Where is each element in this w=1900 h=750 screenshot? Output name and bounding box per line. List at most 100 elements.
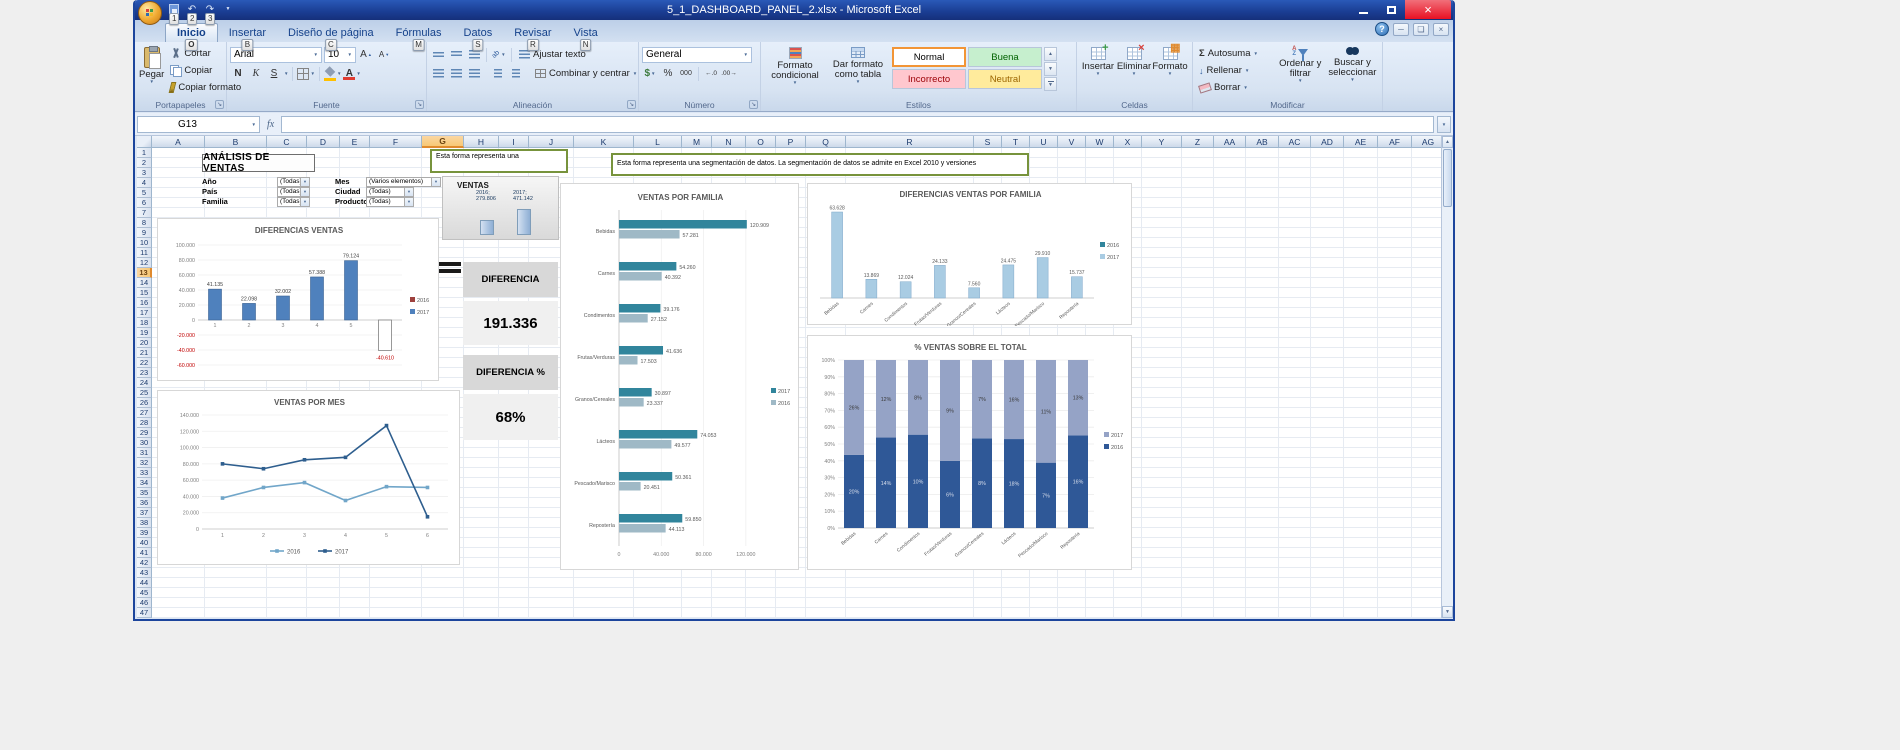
find-select-button[interactable]: Buscar y seleccionar▼ — [1326, 45, 1379, 97]
column-header-D[interactable]: D — [307, 136, 340, 148]
column-header-Y[interactable]: Y — [1142, 136, 1182, 148]
row-header-26[interactable]: 26 — [137, 398, 152, 408]
row-header-40[interactable]: 40 — [137, 538, 152, 548]
note-shape-small[interactable]: Esta forma representa una — [430, 149, 568, 173]
gallery-more-button[interactable]: ▼ — [1044, 77, 1057, 91]
row-header-47[interactable]: 47 — [137, 608, 152, 618]
comma-style-button[interactable]: 000 — [678, 66, 694, 82]
note-shape-large[interactable]: Esta forma representa una segmentación d… — [611, 153, 1029, 176]
maximize-button[interactable] — [1377, 0, 1405, 19]
insert-function-button[interactable]: fx — [263, 119, 278, 130]
gallery-up-button[interactable]: ▲ — [1044, 47, 1057, 61]
column-header-P[interactable]: P — [776, 136, 806, 148]
chevron-down-icon[interactable]: ▼ — [284, 71, 288, 76]
row-header-7[interactable]: 7 — [137, 208, 152, 218]
chevron-down-icon[interactable]: ▼ — [300, 188, 309, 196]
borders-button[interactable]: ▼ — [297, 66, 314, 82]
column-header-AF[interactable]: AF — [1378, 136, 1412, 148]
diferencia-pct-value[interactable]: 68% — [463, 394, 558, 440]
sort-filter-button[interactable]: AZ Ordenar y filtrar▼ — [1275, 45, 1326, 97]
row-header-6[interactable]: 6 — [137, 198, 152, 208]
dialog-launcher-icon[interactable]: ↘ — [749, 100, 758, 109]
scroll-up-button[interactable]: ▲ — [1442, 136, 1453, 148]
chart-ventas-por-familia[interactable]: VENTAS POR FAMILIA040.00080.000120.000Be… — [560, 183, 799, 570]
orientation-button[interactable]: ab▼ — [491, 47, 507, 63]
column-header-AD[interactable]: AD — [1311, 136, 1344, 148]
row-header-19[interactable]: 19 — [137, 328, 152, 338]
align-top-button[interactable] — [430, 47, 446, 63]
row-header-20[interactable]: 20 — [137, 338, 152, 348]
dialog-launcher-icon[interactable]: ↘ — [627, 100, 636, 109]
align-left-button[interactable] — [430, 66, 446, 82]
column-header-X[interactable]: X — [1114, 136, 1142, 148]
accounting-format-button[interactable]: $▼ — [642, 66, 658, 82]
column-header-T[interactable]: T — [1002, 136, 1030, 148]
row-header-37[interactable]: 37 — [137, 508, 152, 518]
row-header-42[interactable]: 42 — [137, 558, 152, 568]
chart-diferencias-ventas[interactable]: DIFERENCIAS VENTAS100.00080.00060.00040.… — [157, 218, 439, 381]
fill-button[interactable]: ↓Rellenar▼ — [1196, 62, 1275, 79]
row-header-10[interactable]: 10 — [137, 238, 152, 248]
row-header-46[interactable]: 46 — [137, 598, 152, 608]
diferencia-header[interactable]: DIFERENCIA — [463, 262, 558, 297]
tab-vista[interactable]: VistaN — [563, 24, 609, 42]
row-header-27[interactable]: 27 — [137, 408, 152, 418]
diferencia-value[interactable]: 191.336 — [463, 301, 558, 345]
chart-pct-ventas-total[interactable]: % VENTAS SOBRE EL TOTAL100%90%80%70%60%5… — [807, 335, 1132, 570]
align-right-button[interactable] — [466, 66, 482, 82]
minimize-button[interactable] — [1349, 0, 1377, 19]
increase-decimal-button[interactable]: ←.0 — [703, 66, 719, 82]
row-header-41[interactable]: 41 — [137, 548, 152, 558]
help-button[interactable]: ? — [1375, 22, 1389, 36]
column-header-M[interactable]: M — [682, 136, 712, 148]
column-header-R[interactable]: R — [846, 136, 974, 148]
office-button[interactable] — [138, 1, 162, 25]
row-header-44[interactable]: 44 — [137, 578, 152, 588]
column-header-V[interactable]: V — [1058, 136, 1086, 148]
filter-dropdown-mes[interactable]: (Varios elementos)▼ — [366, 177, 441, 187]
row-header-24[interactable]: 24 — [137, 378, 152, 388]
equals-shape-bottom[interactable] — [439, 269, 461, 273]
scroll-down-button[interactable]: ▼ — [1442, 606, 1453, 618]
cell-style-incorrecto[interactable]: Incorrecto — [892, 69, 966, 89]
row-header-9[interactable]: 9 — [137, 228, 152, 238]
row-header-2[interactable]: 2 — [137, 158, 152, 168]
chevron-down-icon[interactable]: ▼ — [404, 188, 413, 196]
column-header-AA[interactable]: AA — [1214, 136, 1246, 148]
row-header-38[interactable]: 38 — [137, 518, 152, 528]
row-header-45[interactable]: 45 — [137, 588, 152, 598]
italic-button[interactable]: K — [248, 66, 264, 82]
row-header-4[interactable]: 4 — [137, 178, 152, 188]
row-header-34[interactable]: 34 — [137, 478, 152, 488]
name-box[interactable]: G13▼ — [137, 116, 260, 133]
row-header-8[interactable]: 8 — [137, 218, 152, 228]
column-header-AC[interactable]: AC — [1279, 136, 1311, 148]
autosum-button[interactable]: ΣAutosuma▼ — [1196, 45, 1275, 62]
tab-inicio[interactable]: InicioO — [165, 23, 218, 42]
formula-input[interactable] — [281, 116, 1434, 133]
decrease-indent-button[interactable] — [490, 66, 506, 82]
tab-insertar[interactable]: InsertarB — [218, 24, 277, 42]
column-header-U[interactable]: U — [1030, 136, 1058, 148]
column-header-K[interactable]: K — [574, 136, 634, 148]
scrollbar-thumb[interactable] — [1443, 149, 1452, 207]
column-header-G[interactable]: G — [422, 136, 464, 148]
shrink-font-button[interactable]: A▼ — [376, 47, 392, 63]
row-header-14[interactable]: 14 — [137, 278, 152, 288]
conditional-formatting-button[interactable]: Formato condicional▼ — [764, 45, 826, 97]
column-header-AG[interactable]: AG — [1412, 136, 1441, 148]
column-header-L[interactable]: L — [634, 136, 682, 148]
close-button[interactable]: × — [1405, 0, 1451, 19]
column-header-C[interactable]: C — [267, 136, 307, 148]
row-header-36[interactable]: 36 — [137, 498, 152, 508]
tab-revisar[interactable]: RevisarR — [503, 24, 562, 42]
format-as-table-button[interactable]: Dar formato como tabla▼ — [826, 45, 890, 97]
filter-dropdown-producto[interactable]: (Todas)▼ — [366, 197, 414, 207]
bold-button[interactable]: N — [230, 66, 246, 82]
font-color-button[interactable]: A▼ — [343, 66, 360, 82]
tab-f-rmulas[interactable]: FórmulasM — [385, 24, 453, 42]
row-header-31[interactable]: 31 — [137, 448, 152, 458]
row-header-25[interactable]: 25 — [137, 388, 152, 398]
row-header-1[interactable]: 1 — [137, 148, 152, 158]
align-center-button[interactable] — [448, 66, 464, 82]
